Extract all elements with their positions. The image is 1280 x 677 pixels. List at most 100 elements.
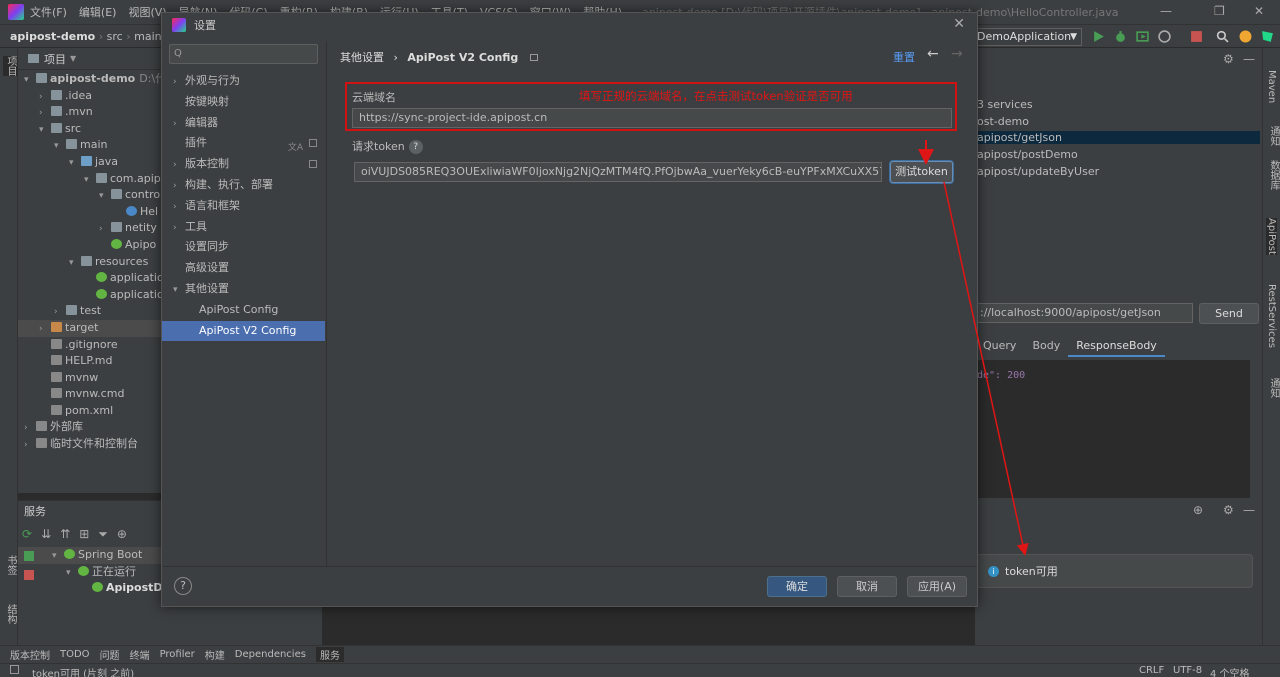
settings-nav-item[interactable]: › 外观与行为 <box>162 71 325 92</box>
tool-problems[interactable]: 问题 <box>100 647 120 662</box>
chevron-down-icon[interactable]: ▼ <box>70 54 76 63</box>
api-tree-item[interactable]: apipost/postDemo <box>977 148 1078 161</box>
tool-apipost[interactable]: ApiPost <box>1266 218 1277 255</box>
back-arrow-icon[interactable]: ← <box>927 46 939 62</box>
send-button[interactable]: Send <box>1199 303 1259 324</box>
hide-panel-icon[interactable]: — <box>1243 503 1255 517</box>
expand-arrow-icon[interactable]: › <box>24 437 36 454</box>
collapse-all-icon[interactable]: ⇈ <box>60 527 70 542</box>
tool-build[interactable]: 构建 <box>205 647 225 662</box>
hide-panel-icon[interactable]: — <box>1243 52 1255 66</box>
coverage-icon[interactable] <box>1136 30 1149 43</box>
expand-arrow-icon[interactable]: › <box>39 89 51 106</box>
expand-arrow-icon[interactable]: ▾ <box>24 72 36 89</box>
run-service-icon[interactable] <box>24 551 34 561</box>
group-icon[interactable]: ⊞ <box>79 527 89 542</box>
tool-profiler[interactable]: Profiler <box>160 649 195 660</box>
settings-nav-item[interactable]: › 版本控制 <box>162 154 325 175</box>
apply-button[interactable]: 应用(A) <box>907 576 967 597</box>
test-token-button[interactable]: 测试token <box>890 161 953 183</box>
forward-arrow-icon[interactable]: → <box>951 46 963 62</box>
close-icon[interactable]: ✕ <box>953 16 965 32</box>
settings-nav-item[interactable]: › 工具 <box>162 217 325 238</box>
cloud-domain-input[interactable]: https://sync-project-ide.apipost.cn <box>352 108 952 128</box>
expand-arrow-icon[interactable]: ▾ <box>99 188 111 205</box>
settings-gear-icon[interactable]: ⚙ <box>1223 503 1234 517</box>
help-icon[interactable]: ? <box>408 140 423 154</box>
response-body-editor[interactable]: de": 200 <box>975 360 1250 498</box>
maximize-icon[interactable]: ❐ <box>1214 4 1225 18</box>
project-panel-title[interactable]: 项目 <box>44 51 66 67</box>
debug-icon[interactable] <box>1114 30 1127 43</box>
settings-search-input[interactable]: Q <box>169 44 318 64</box>
settings-nav-item[interactable]: ApiPost V2 Config <box>162 320 325 342</box>
tool-project[interactable]: 项目 <box>3 56 18 76</box>
tool-services[interactable]: 服务 <box>315 647 344 662</box>
target-icon[interactable]: ⊕ <box>1193 503 1203 517</box>
expand-arrow-icon[interactable]: ▾ <box>54 138 66 155</box>
settings-gear-icon[interactable]: ⚙ <box>1223 52 1234 66</box>
tool-terminal[interactable]: 终端 <box>130 647 150 662</box>
ok-button[interactable]: 确定 <box>767 576 827 597</box>
reset-link[interactable]: 重置 <box>893 49 915 65</box>
tool-dependencies[interactable]: Dependencies <box>235 649 306 660</box>
settings-nav-item[interactable]: 按键映射 <box>162 92 325 113</box>
settings-nav-item[interactable]: 插件 文A <box>162 133 325 154</box>
tool-structure[interactable]: 结构 <box>3 604 18 624</box>
settings-nav-item[interactable]: 高级设置 <box>162 258 325 279</box>
expand-all-icon[interactable]: ⇊ <box>41 527 51 542</box>
tool-database[interactable]: 数据库 <box>1266 160 1280 190</box>
filter-icon[interactable]: ⏷ <box>98 527 108 542</box>
run-configuration-select[interactable]: DemoApplication ▼ <box>972 28 1082 46</box>
expand-arrow-icon[interactable]: ▾ <box>39 122 51 139</box>
settings-nav-item[interactable]: ApiPost Config <box>162 300 325 321</box>
run-icon[interactable] <box>1092 30 1105 43</box>
indent-indicator[interactable]: 4 个空格 <box>1210 665 1250 677</box>
api-tree-item[interactable]: 3 services <box>977 98 1033 111</box>
jetbrains-icon[interactable] <box>1261 30 1274 43</box>
menu-edit[interactable]: 编辑(E) <box>79 4 117 20</box>
new-service-icon[interactable]: ⊕ <box>117 527 127 542</box>
request-token-input[interactable]: oiVUJDS085REQ3OUExliwiaWF0IjoxNjg2NjQzMT… <box>354 162 882 182</box>
line-separator-indicator[interactable]: CRLF <box>1139 665 1164 676</box>
expand-arrow-icon[interactable]: › <box>39 321 51 338</box>
help-button[interactable]: ? <box>174 577 192 595</box>
expand-arrow-icon[interactable]: ▾ <box>66 565 78 582</box>
settings-nav-item[interactable]: ▾ 其他设置 <box>162 279 325 300</box>
refresh-icon[interactable]: ⟳ <box>22 527 32 542</box>
tool-todo[interactable]: TODO <box>60 649 90 660</box>
api-tree-item[interactable]: apipost/updateByUser <box>977 165 1099 178</box>
tab-query[interactable]: Query <box>975 335 1024 357</box>
status-message[interactable]: token可用 (片刻 之前) <box>32 665 134 677</box>
expand-arrow-icon[interactable]: ▾ <box>69 255 81 272</box>
tool-notifications-top[interactable]: 通知 <box>1266 126 1280 146</box>
expand-arrow-icon[interactable]: › <box>39 105 51 122</box>
breadcrumb-project[interactable]: apipost-demo <box>10 30 95 43</box>
tool-notifications[interactable]: 通知 <box>1266 378 1280 398</box>
tool-bookmarks[interactable]: 书签 <box>3 555 18 575</box>
menu-file[interactable]: 文件(F) <box>30 4 67 20</box>
request-url-input[interactable]: ://localhost:9000/apipost/getJson <box>975 303 1193 323</box>
tab-body[interactable]: Body <box>1024 335 1068 357</box>
settings-nav-item[interactable]: › 构建、执行、部署 <box>162 175 325 196</box>
tool-version-control[interactable]: 版本控制 <box>10 647 50 662</box>
expand-arrow-icon[interactable]: › <box>24 420 36 437</box>
api-tree-item[interactable]: apipost/getJson <box>975 131 1260 144</box>
tool-restservices[interactable]: RestServices <box>1266 284 1277 348</box>
expand-arrow-icon[interactable]: ▾ <box>84 172 96 189</box>
search-icon[interactable] <box>1216 30 1229 43</box>
api-tree-item[interactable]: ost-demo <box>977 115 1029 128</box>
settings-nav-item[interactable]: › 语言和框架 <box>162 196 325 217</box>
profile-icon[interactable] <box>1158 30 1171 43</box>
breadcrumb-main[interactable]: main <box>134 30 161 43</box>
expand-arrow-icon[interactable]: ▾ <box>69 155 81 172</box>
stop-service-icon[interactable] <box>24 570 34 580</box>
tab-responsebody[interactable]: ResponseBody <box>1068 335 1165 357</box>
breadcrumb-src[interactable]: src <box>107 30 123 43</box>
tool-maven[interactable]: Maven <box>1266 70 1277 103</box>
expand-arrow-icon[interactable]: ▾ <box>52 548 64 565</box>
encoding-indicator[interactable]: UTF-8 <box>1173 665 1202 676</box>
expand-arrow-icon[interactable]: › <box>54 304 66 321</box>
minimize-icon[interactable]: — <box>1160 4 1172 18</box>
expand-arrow-icon[interactable]: › <box>99 221 111 238</box>
